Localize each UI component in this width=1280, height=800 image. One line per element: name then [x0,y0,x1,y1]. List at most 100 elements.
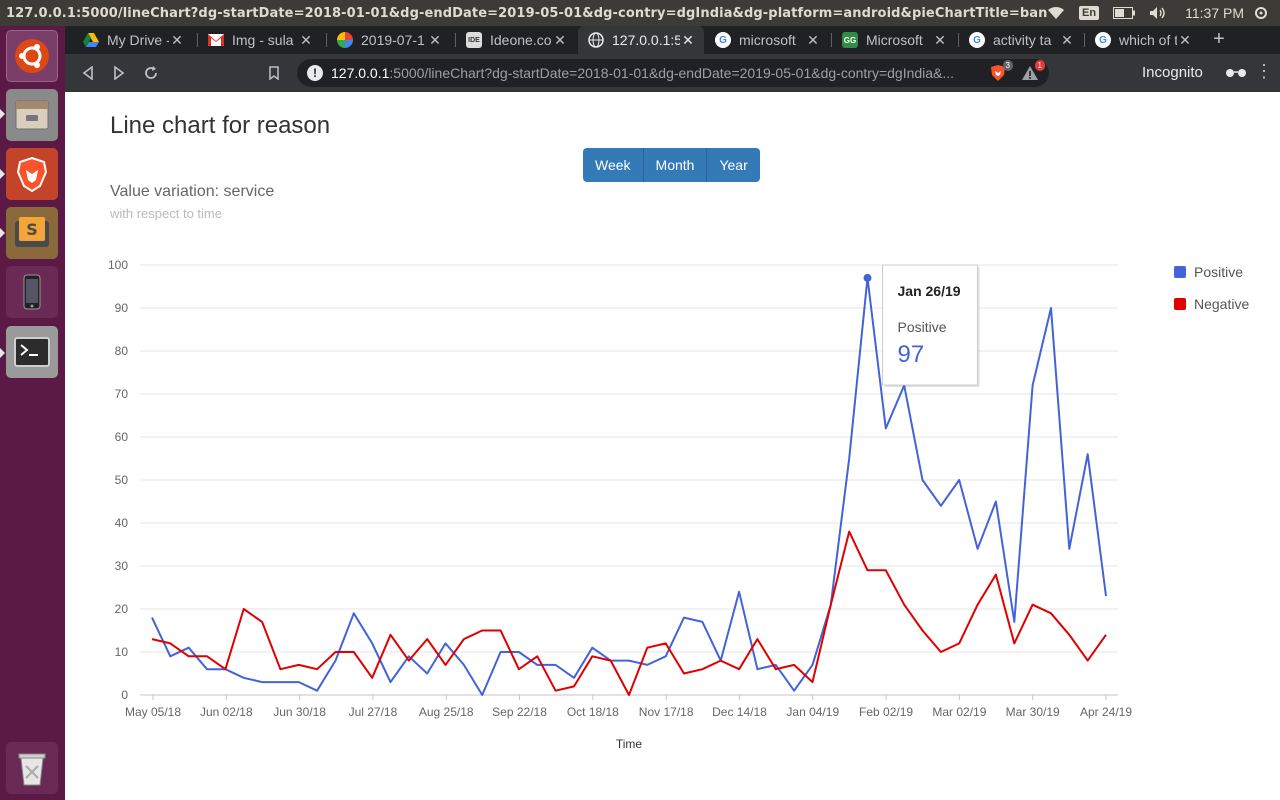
keyboard-language[interactable]: En [1079,6,1100,20]
wifi-icon[interactable] [1047,6,1065,20]
legend-label[interactable]: Negative [1194,296,1249,312]
reload-icon [145,66,157,79]
x-tick-label: Feb 02/19 [859,705,913,719]
tab-microsoft-gfg[interactable]: GG Microsoft ✕ [832,26,956,54]
x-axis-title: Time [616,737,643,751]
line-chart: 0 10 20 30 40 50 60 70 80 90 100 May 05/18 Jun 02/1… [108,258,1250,751]
tab-ideone[interactable]: IDE Ideone.co ✕ [456,26,576,54]
y-tick-label: 80 [115,344,129,358]
drive-icon [83,32,99,48]
new-tab-button[interactable]: + [1207,28,1231,51]
reload-button[interactable] [140,62,162,84]
incognito-icon[interactable] [1225,66,1247,81]
volume-icon[interactable] [1149,6,1167,20]
y-tick-label: 70 [115,387,129,401]
clock[interactable]: 11:37 PM [1185,5,1244,21]
battery-icon[interactable] [1113,7,1136,19]
y-axis: 0 10 20 30 40 50 60 70 80 90 100 [108,258,128,702]
close-icon[interactable]: ✕ [805,32,821,49]
page-content: Line chart for reason Week Month Year Va… [65,92,1280,800]
brave-browser-icon[interactable] [6,148,58,200]
brave-shield-extension[interactable]: 3 [989,60,1013,82]
x-tick-label: Oct 18/18 [567,705,619,719]
legend-label[interactable]: Positive [1194,264,1243,280]
close-icon[interactable]: ✕ [1177,32,1193,49]
x-tick-label: Jun 30/18 [273,705,326,719]
x-tick-label: May 05/18 [125,705,181,719]
extension-badge: 1 [1034,60,1045,71]
legend-swatch [1174,298,1186,310]
tab-my-drive[interactable]: My Drive - ✕ [73,26,193,54]
close-icon[interactable]: ✕ [427,32,443,49]
google-icon: G [715,32,731,48]
y-tick-label: 60 [115,430,129,444]
close-icon[interactable]: ✕ [1059,32,1075,49]
ubuntu-top-bar: 127.0.0.1:5000/lineChart?dg-startDate=20… [0,0,1280,26]
sublime-text-icon[interactable]: S [6,207,58,259]
url-text[interactable]: 127.0.0.1:5000/lineChart?dg-startDate=20… [331,65,1049,81]
bookmark-button[interactable] [263,62,285,84]
phone-icon[interactable] [6,266,58,318]
tab-gmail[interactable]: Img - sula ✕ [198,26,322,54]
close-icon[interactable]: ✕ [298,32,314,49]
series-line-negative [151,530,1107,696]
y-tick-label: 0 [121,688,128,702]
y-tick-label: 50 [115,473,129,487]
chart-tooltip: Jan 26/19 Positive 97 [882,264,980,387]
system-tray: En 11:37 PM [1047,5,1280,21]
google-icon: G [1095,32,1111,48]
x-tick-label: Dec 14/18 [712,705,767,719]
y-tick-label: 90 [115,301,129,315]
globe-icon [588,32,604,48]
x-tick-label: Jan 04/19 [786,705,839,719]
tab-microsoft-search[interactable]: G microsoft ✕ [705,26,829,54]
files-icon[interactable] [6,89,58,141]
y-tick-label: 30 [115,559,129,573]
ubuntu-dash-icon[interactable] [6,30,58,82]
x-tick-label: Jun 02/18 [200,705,253,719]
kebab-menu-icon[interactable]: ⋮ [1255,62,1273,80]
address-bar[interactable]: ! 127.0.0.1:5000/lineChart?dg-startDate=… [297,59,1049,87]
tooltip-value: 97 [898,341,925,368]
tab-strip: My Drive - ✕ Img - sula ✕ 2019-07-1 ✕ ID… [65,26,1280,54]
forward-arrow-icon [114,66,125,80]
tab-which-of[interactable]: G which of t ✕ [1085,26,1201,54]
hover-point-marker[interactable] [863,273,872,282]
photos-icon [337,32,353,48]
close-icon[interactable]: ✕ [680,32,696,49]
alert-extension[interactable]: 1 [1021,60,1045,82]
tab-photos[interactable]: 2019-07-1 ✕ [327,26,451,54]
window-title: 127.0.0.1:5000/lineChart?dg-startDate=20… [6,5,1048,21]
x-tick-label: Mar 30/19 [1006,705,1060,719]
info-warning-icon[interactable]: ! [307,65,323,81]
close-icon[interactable]: ✕ [552,32,568,49]
x-tick-label: Sep 22/18 [492,705,547,719]
terminal-icon[interactable] [6,326,58,378]
y-tick-label: 10 [115,645,129,659]
svg-text:S: S [26,220,38,239]
back-arrow-icon [82,66,93,80]
x-axis: May 05/18 Jun 02/18 Jun 30/18 Jul 27/18 Aug … [125,695,1132,751]
trash-icon[interactable] [6,742,58,794]
tooltip-date: Jan 26/19 [898,283,961,299]
legend-swatch [1174,266,1186,278]
x-tick-label: Aug 25/18 [419,705,474,719]
browser-toolbar: ! 127.0.0.1:5000/lineChart?dg-startDate=… [65,54,1280,92]
x-tick-label: Apr 24/19 [1080,705,1132,719]
x-tick-label: Mar 02/19 [932,705,986,719]
tooltip-series: Positive [898,319,947,335]
tab-activity[interactable]: G activity ta ✕ [959,26,1083,54]
tab-line-chart[interactable]: 127.0.0.1:5 ✕ [578,26,704,54]
close-icon[interactable]: ✕ [169,32,185,49]
close-icon[interactable]: ✕ [932,32,948,49]
extension-badge: 3 [1002,60,1013,71]
power-gear-icon[interactable] [1254,6,1268,20]
ideone-icon: IDE [466,32,482,48]
y-tick-label: 20 [115,602,129,616]
back-button[interactable] [77,62,99,84]
forward-button[interactable] [108,62,130,84]
ubuntu-launcher: S [0,26,65,800]
gfg-icon: GG [842,32,858,48]
x-tick-label: Nov 17/18 [639,705,694,719]
bookmark-icon [269,66,279,80]
